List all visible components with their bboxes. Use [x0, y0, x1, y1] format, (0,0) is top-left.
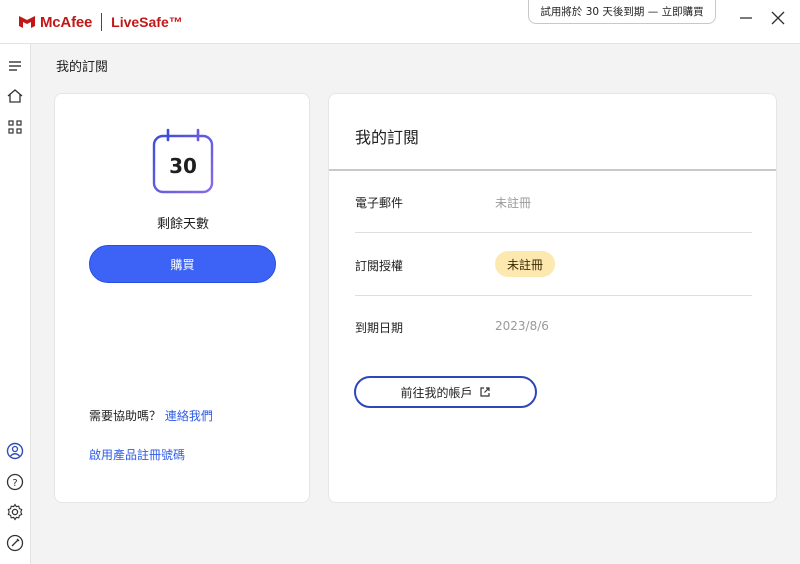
account-button[interactable]: [5, 441, 25, 461]
apps-button[interactable]: [5, 117, 25, 137]
feedback-icon: [6, 534, 24, 552]
svg-text:?: ?: [12, 478, 17, 489]
help-row: 需要協助嗎？ 連絡我們: [89, 407, 213, 424]
home-button[interactable]: [5, 86, 25, 106]
minimize-icon: [740, 17, 752, 19]
row-divider: [355, 232, 752, 233]
feedback-button[interactable]: [5, 533, 25, 553]
subscription-title: 我的訂閱: [355, 128, 420, 147]
days-remaining-card: 30 剩餘天數 購買 需要協助嗎？ 連絡我們 啟用產品註冊號碼: [54, 93, 310, 503]
external-link-icon: [479, 387, 490, 397]
menu-icon: [9, 61, 21, 71]
days-remaining-label: 剩餘天數: [156, 217, 209, 232]
expiry-label: 到期日期: [355, 321, 404, 335]
buy-button[interactable]: 購買: [89, 245, 276, 283]
logo-divider: [101, 13, 103, 31]
email-value: 未註冊: [495, 196, 532, 210]
subscription-details-card: 我的訂閱 電子郵件 未註冊 訂閱授權 未註冊 到期日期 2023/8/6 前往我…: [328, 93, 777, 503]
email-label: 電子郵件: [355, 196, 404, 210]
help-icon: ?: [6, 473, 24, 491]
title-divider: [329, 169, 776, 171]
product-name: LiveSafe™: [111, 14, 183, 30]
minimize-button[interactable]: [734, 8, 758, 28]
go-to-account-label: 前往我的帳戶: [400, 385, 473, 400]
calendar-day-number: 30: [169, 154, 197, 178]
go-to-account-button[interactable]: 前往我的帳戶: [354, 376, 537, 408]
help-button[interactable]: ?: [5, 472, 25, 492]
expiry-value: 2023/8/6: [495, 319, 549, 333]
settings-icon: [7, 503, 23, 521]
mcafee-shield-icon: [19, 16, 35, 28]
app-logo: McAfee LiveSafe™: [18, 12, 183, 32]
account-icon: [6, 442, 24, 460]
activate-registration-link[interactable]: 啟用產品註冊號碼: [89, 446, 185, 463]
close-icon: [771, 11, 785, 25]
license-label: 訂閱授權: [355, 259, 404, 273]
menu-button[interactable]: [5, 56, 25, 76]
license-status-badge: 未註冊: [495, 251, 555, 277]
left-sidebar: ?: [0, 44, 31, 564]
page-title: 我的訂閱: [56, 60, 109, 75]
help-question: 需要協助嗎？: [89, 409, 162, 423]
home-icon: [7, 89, 23, 103]
apps-icon: [8, 120, 22, 134]
trial-banner-button[interactable]: 試用將於 30 天後到期 — 立即購買: [528, 0, 716, 24]
brand-name: McAfee: [40, 13, 93, 31]
close-button[interactable]: [766, 8, 790, 28]
row-divider: [355, 295, 752, 296]
settings-button[interactable]: [5, 502, 25, 522]
title-bar: McAfee LiveSafe™ 試用將於 30 天後到期 — 立即購買: [0, 0, 800, 44]
contact-us-link[interactable]: 連絡我們: [165, 409, 213, 423]
